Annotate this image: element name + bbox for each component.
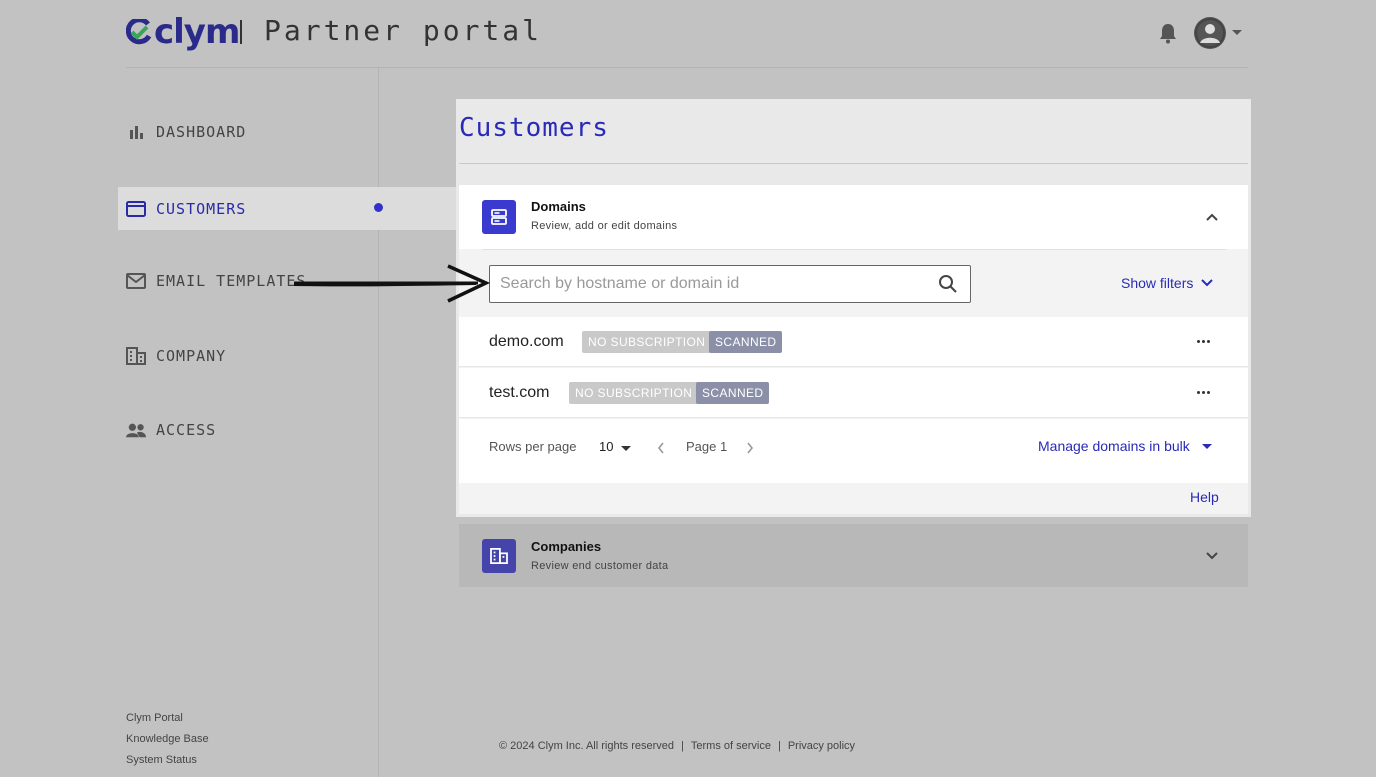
chevron-right-icon[interactable] <box>746 441 754 459</box>
portal-title: Partner portal <box>264 14 543 47</box>
clym-portal-link[interactable]: Clym Portal <box>126 708 209 729</box>
status-badge: SCANNED <box>696 382 770 404</box>
show-filters-label: Show filters <box>1121 275 1194 291</box>
sidebar-footer-links: Clym Portal Knowledge Base System Status <box>126 708 209 771</box>
rows-per-page-select[interactable]: 10 <box>599 439 613 454</box>
chevron-left-icon[interactable] <box>657 441 665 459</box>
active-indicator-dot <box>374 203 383 212</box>
header-divider <box>482 249 1226 250</box>
manage-domains-bulk-button[interactable]: Manage domains in bulk <box>1038 438 1212 454</box>
customers-panel: Customers Domains Review, add or edit do… <box>456 99 1251 517</box>
sidebar-item-label: ACCESS <box>156 420 217 439</box>
rows-per-page-caret-icon[interactable] <box>621 446 631 451</box>
building-icon <box>126 346 146 366</box>
table-row[interactable]: test.com NO SUBSCRIPTION SCANNED <box>459 368 1248 418</box>
mail-icon <box>126 271 146 291</box>
knowledge-base-link[interactable]: Knowledge Base <box>126 729 209 750</box>
sidebar-item-label: DASHBOARD <box>156 122 247 141</box>
annotation-arrow-icon <box>293 264 490 303</box>
header-divider <box>240 20 242 44</box>
companies-card-subtitle: Review end customer data <box>531 560 669 572</box>
bulk-label: Manage domains in bulk <box>1038 438 1190 454</box>
logo-check-icon <box>126 19 152 45</box>
user-menu-caret-icon[interactable] <box>1232 30 1242 35</box>
system-status-link[interactable]: System Status <box>126 750 209 771</box>
sidebar-item-label: EMAIL TEMPLATES <box>156 271 307 290</box>
rows-per-page-label: Rows per page <box>489 439 577 454</box>
domain-name[interactable]: demo.com <box>489 333 564 351</box>
chevron-up-icon[interactable] <box>1205 209 1219 227</box>
page-footer: © 2024 Clym Inc. All rights reserved | Ter… <box>499 740 856 752</box>
domains-card-subtitle: Review, add or edit domains <box>531 220 678 232</box>
clym-logo[interactable]: clym <box>126 12 240 52</box>
domain-search-input[interactable] <box>500 273 920 295</box>
terms-link[interactable]: Terms of service <box>691 740 771 752</box>
sidebar-item-label: CUSTOMERS <box>156 199 247 218</box>
people-icon <box>126 420 146 440</box>
domains-card-title: Domains <box>531 199 586 214</box>
sidebar-item-customers[interactable]: CUSTOMERS <box>118 187 456 230</box>
show-filters-button[interactable]: Show filters <box>1121 275 1214 291</box>
search-icon[interactable] <box>938 274 958 299</box>
sidebar-item-label: COMPANY <box>156 346 227 365</box>
domains-card: Domains Review, add or edit domains Show… <box>459 185 1248 514</box>
sidebar-item-company[interactable]: COMPANY <box>118 334 456 377</box>
domain-name[interactable]: test.com <box>489 384 549 402</box>
notification-bell-icon[interactable] <box>1158 22 1178 49</box>
copyright-text: © 2024 Clym Inc. All rights reserved <box>499 740 675 752</box>
companies-card-title: Companies <box>531 539 602 554</box>
sidebar-item-access[interactable]: ACCESS <box>118 408 456 451</box>
table-row[interactable]: demo.com NO SUBSCRIPTION SCANNED <box>459 317 1248 367</box>
domain-search-box[interactable] <box>489 265 971 303</box>
status-badge: NO SUBSCRIPTION <box>569 382 699 404</box>
more-options-icon[interactable] <box>1197 391 1210 394</box>
domains-card-header[interactable]: Domains Review, add or edit domains <box>459 185 1248 250</box>
pagination-bar: Rows per page 10 Page 1 Manage domains i… <box>459 419 1248 483</box>
companies-card[interactable]: Companies Review end customer data <box>459 524 1248 587</box>
bar-chart-icon <box>126 122 146 142</box>
privacy-link[interactable]: Privacy policy <box>788 740 855 752</box>
help-link[interactable]: Help <box>1190 489 1219 505</box>
status-badge: NO SUBSCRIPTION <box>582 331 712 353</box>
folder-icon <box>126 199 146 219</box>
caret-down-icon <box>1201 443 1212 449</box>
sidebar-item-dashboard[interactable]: DASHBOARD <box>118 110 456 153</box>
title-divider <box>459 163 1248 164</box>
user-avatar-icon[interactable] <box>1194 17 1226 49</box>
logo-text: clym <box>154 12 240 52</box>
page-title: Customers <box>459 113 609 143</box>
top-header: clym Partner portal <box>126 0 1248 68</box>
status-badge: SCANNED <box>709 331 783 353</box>
chevron-down-icon <box>1201 279 1214 287</box>
chevron-down-icon[interactable] <box>1205 548 1219 566</box>
page-indicator: Page 1 <box>686 439 728 454</box>
more-options-icon[interactable] <box>1197 340 1210 343</box>
building-icon <box>482 539 516 573</box>
storage-icon <box>482 200 516 234</box>
